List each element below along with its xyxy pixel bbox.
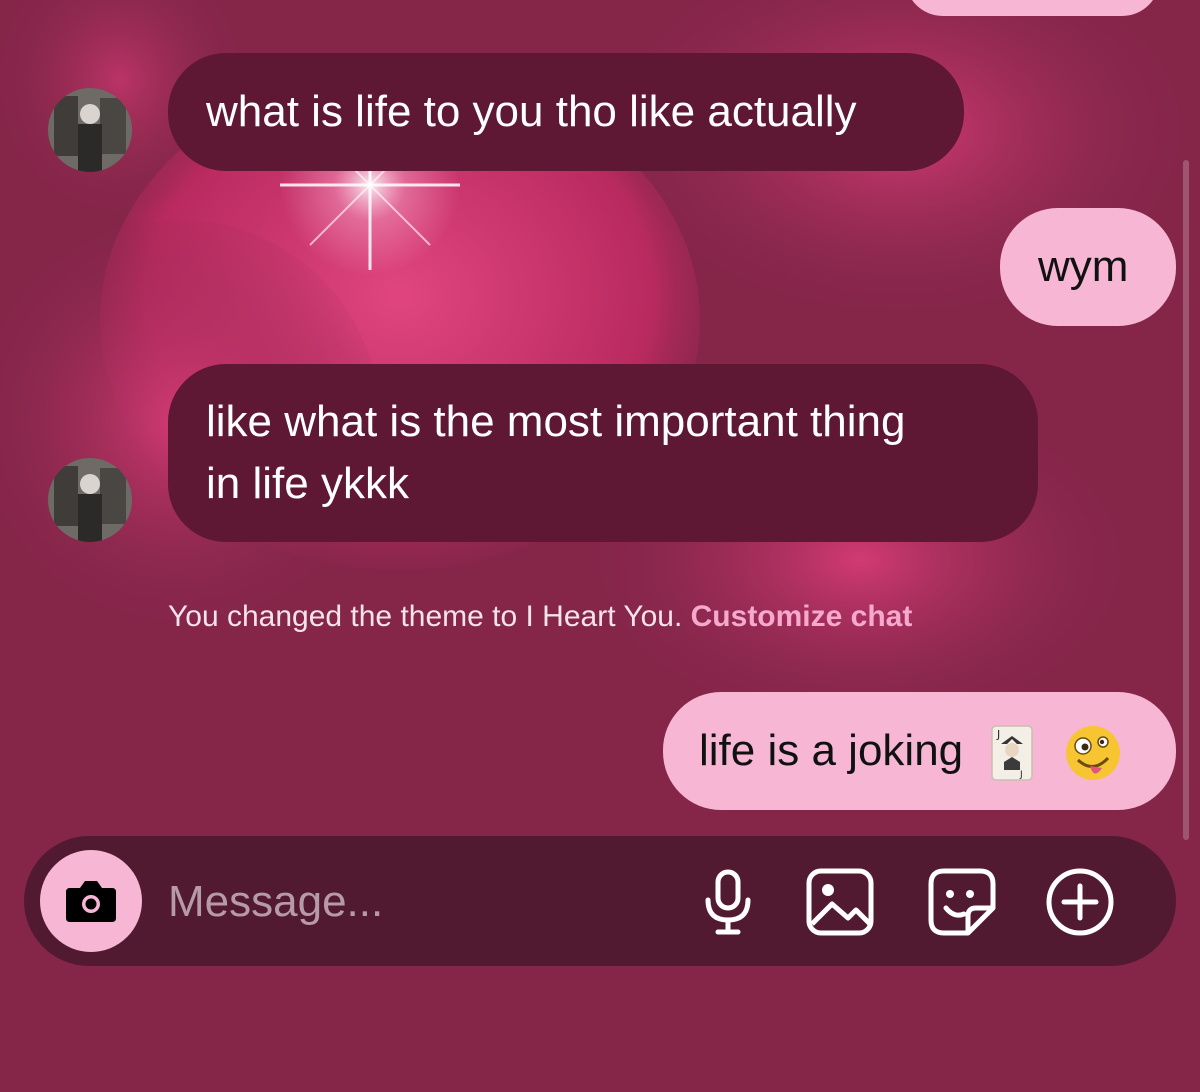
message-text: what is life to you tho like actually (206, 87, 857, 136)
message-text: life is a joking (699, 726, 964, 775)
message-text-line: like what is the most important thing (206, 397, 906, 446)
microphone-icon (705, 869, 751, 935)
sender-avatar[interactable] (48, 88, 132, 172)
sticker-icon (928, 868, 996, 936)
joker-card-icon: J J (991, 725, 1034, 782)
camera-button[interactable] (40, 850, 142, 952)
scrollbar[interactable] (1183, 160, 1189, 840)
message-input[interactable]: Message... (168, 876, 383, 928)
camera-icon (66, 881, 116, 922)
message-text: wym (1038, 242, 1129, 291)
theme-change-notice: You changed the theme to I Heart You. Cu… (168, 596, 912, 638)
incoming-message-bubble[interactable]: what is life to you tho like actually (168, 53, 964, 171)
outgoing-message-bubble[interactable]: life is a joking J J (663, 692, 1176, 810)
partial-outgoing-bubble (905, 0, 1160, 16)
svg-text:J: J (996, 728, 1000, 741)
sticker-button[interactable] (926, 866, 998, 938)
message-composer: Message... (24, 836, 1176, 966)
more-options-button[interactable] (1044, 866, 1116, 938)
gallery-button[interactable] (804, 866, 876, 938)
sender-avatar[interactable] (48, 458, 132, 542)
outgoing-message-bubble[interactable]: wym (1000, 208, 1176, 326)
theme-change-text: You changed the theme to I Heart You. (168, 600, 683, 633)
microphone-button[interactable] (692, 866, 764, 938)
image-icon (806, 868, 874, 936)
message-text-line: in life ykkk (206, 459, 409, 508)
incoming-message-bubble[interactable]: like what is the most important thing in… (168, 364, 1038, 542)
avatar-photo-icon (48, 88, 132, 172)
avatar-photo-icon (48, 458, 132, 542)
plus-circle-icon (1046, 868, 1114, 936)
zany-face-icon (1065, 726, 1120, 781)
chat-screen: what is life to you tho like actually wy… (0, 0, 1200, 1092)
svg-text:J: J (1019, 770, 1023, 780)
customize-chat-link[interactable]: Customize chat (691, 600, 913, 633)
